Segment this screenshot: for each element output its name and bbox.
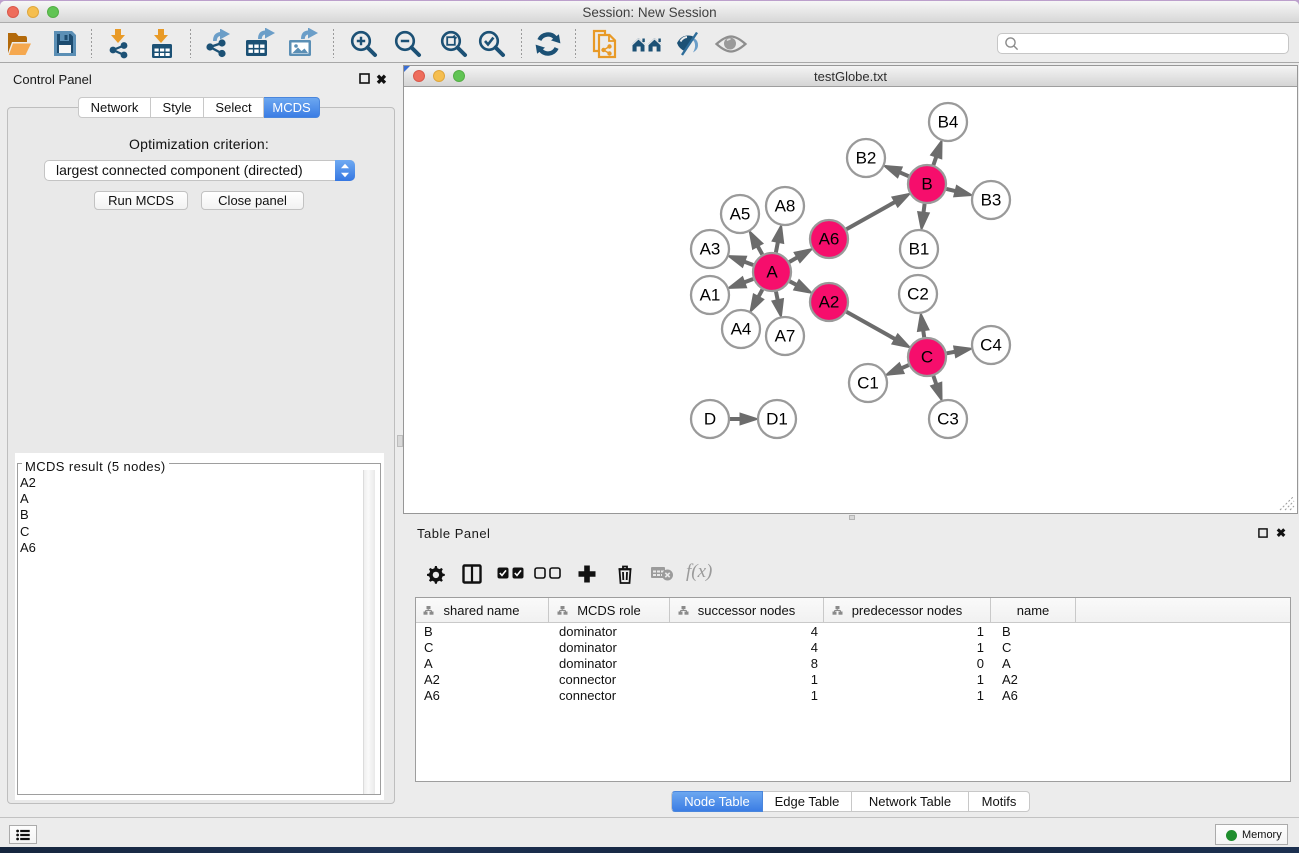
svg-text:A5: A5 (730, 205, 751, 224)
svg-text:D1: D1 (766, 410, 788, 429)
svg-text:D: D (704, 410, 716, 429)
svg-text:B2: B2 (856, 149, 877, 168)
svg-text:A8: A8 (775, 197, 796, 216)
svg-text:C4: C4 (980, 336, 1002, 355)
svg-text:B1: B1 (909, 240, 930, 259)
svg-text:A4: A4 (731, 320, 752, 339)
svg-text:A2: A2 (819, 293, 840, 312)
svg-text:B: B (921, 175, 932, 194)
svg-text:A6: A6 (819, 230, 840, 249)
svg-text:B3: B3 (981, 191, 1002, 210)
svg-text:B4: B4 (938, 113, 959, 132)
svg-text:C: C (921, 348, 933, 367)
svg-text:C1: C1 (857, 374, 879, 393)
svg-text:A7: A7 (775, 327, 796, 346)
svg-text:A1: A1 (700, 286, 721, 305)
svg-text:A: A (766, 263, 778, 282)
svg-text:A3: A3 (700, 240, 721, 259)
svg-text:C3: C3 (937, 410, 959, 429)
svg-text:C2: C2 (907, 285, 929, 304)
